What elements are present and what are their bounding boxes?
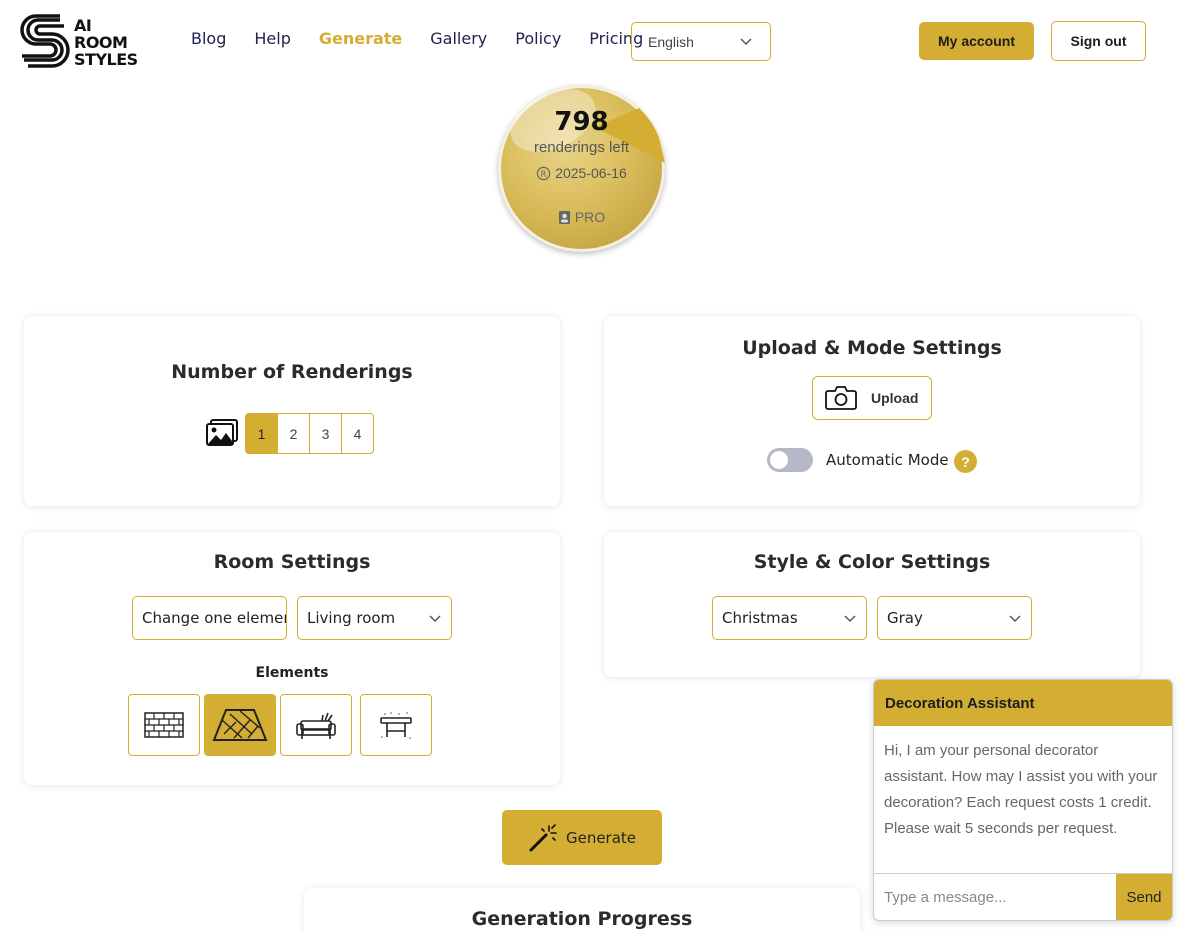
upload-button[interactable]: Upload [812, 376, 932, 420]
decoration-assistant-chat: Decoration Assistant Hi, I am your perso… [873, 679, 1173, 921]
automatic-mode-label: Automatic Mode [826, 451, 949, 469]
renderings-option-4[interactable]: 4 [341, 413, 374, 454]
elements-label: Elements [255, 665, 329, 681]
chevron-down-icon [1009, 615, 1021, 623]
room-type-select[interactable]: Living room [297, 596, 452, 640]
renewal-icon: R [536, 166, 551, 180]
mode-value: Change one element [142, 609, 287, 627]
element-wall-button[interactable] [128, 694, 200, 756]
style-color-card: Style & Color Settings Christmas Gray [604, 532, 1140, 677]
sign-out-button[interactable]: Sign out [1051, 21, 1146, 61]
color-value: Gray [887, 609, 923, 627]
generate-button[interactable]: Generate [502, 810, 662, 865]
renderings-count-selector: 1 2 3 4 [245, 413, 374, 454]
plan-name: PRO [574, 209, 606, 225]
generation-progress-card: Generation Progress [304, 888, 860, 932]
style-color-title: Style & Color Settings [753, 551, 991, 573]
element-table-button[interactable] [360, 694, 432, 756]
images-icon [206, 419, 238, 446]
chat-send-button[interactable]: Send [1116, 874, 1172, 920]
generate-label: Generate [565, 828, 637, 847]
nav-policy[interactable]: Policy [515, 29, 561, 48]
chevron-down-icon [740, 38, 752, 46]
logo-mark-icon [20, 14, 70, 68]
user-badge-icon [558, 210, 570, 224]
nav-help[interactable]: Help [254, 29, 290, 48]
help-icon[interactable]: ? [954, 450, 977, 473]
floor-parquet-icon [212, 709, 268, 741]
renderings-card: Number of Renderings 1 2 3 4 [24, 316, 560, 506]
renderings-option-1[interactable]: 1 [245, 413, 278, 454]
magic-wand-icon [529, 823, 557, 851]
mode-select[interactable]: Change one element [132, 596, 287, 640]
brick-wall-icon [144, 712, 184, 738]
renderings-option-3[interactable]: 3 [309, 413, 342, 454]
toggle-knob [770, 451, 788, 469]
chat-footer: Type a message... Send [874, 873, 1172, 920]
room-settings-card: Room Settings Change one element Living … [24, 532, 560, 785]
chat-header: Decoration Assistant [874, 680, 1172, 726]
element-floor-button[interactable] [204, 694, 276, 756]
style-value: Christmas [722, 609, 798, 627]
color-select[interactable]: Gray [877, 596, 1032, 640]
room-type-value: Living room [307, 609, 396, 627]
renderings-title: Number of Renderings [171, 361, 413, 383]
room-settings-title: Room Settings [213, 551, 371, 573]
logo[interactable]: AI ROOM STYLES [20, 13, 138, 71]
chat-input[interactable]: Type a message... [874, 874, 1116, 920]
automatic-mode-toggle[interactable] [767, 448, 813, 472]
nav-blog[interactable]: Blog [191, 29, 226, 48]
chevron-down-icon [429, 615, 441, 623]
table-icon [380, 712, 412, 739]
svg-text:R: R [541, 168, 547, 178]
upload-label: Upload [871, 390, 919, 406]
credits-count: 798 [554, 107, 609, 137]
credits-label: renderings left [533, 139, 630, 156]
nav-gallery[interactable]: Gallery [430, 29, 487, 48]
generation-progress-title: Generation Progress [471, 908, 693, 930]
nav-generate[interactable]: Generate [319, 29, 402, 48]
camera-icon [825, 386, 857, 410]
sofa-icon [296, 712, 336, 739]
upload-title: Upload & Mode Settings [742, 337, 1002, 359]
renderings-option-2[interactable]: 2 [277, 413, 310, 454]
logo-text: AI ROOM STYLES [74, 15, 138, 69]
credits-renewal: R 2025-06-16 [498, 165, 665, 181]
element-furniture-button[interactable] [280, 694, 352, 756]
main-nav: Blog Help Generate Gallery Policy Pricin… [191, 29, 671, 48]
style-select[interactable]: Christmas [712, 596, 867, 640]
chat-message: Hi, I am your personal decorator assista… [884, 742, 1158, 837]
language-value: English [648, 33, 694, 50]
upload-card: Upload & Mode Settings Upload Automatic … [604, 316, 1140, 506]
renewal-date: 2025-06-16 [555, 165, 627, 181]
my-account-button[interactable]: My account [919, 22, 1034, 60]
chevron-down-icon [844, 615, 856, 623]
credits-badge: 798 renderings left R 2025-06-16 PRO [498, 85, 665, 252]
language-select[interactable]: English [631, 22, 771, 61]
plan-badge: PRO [498, 209, 665, 225]
